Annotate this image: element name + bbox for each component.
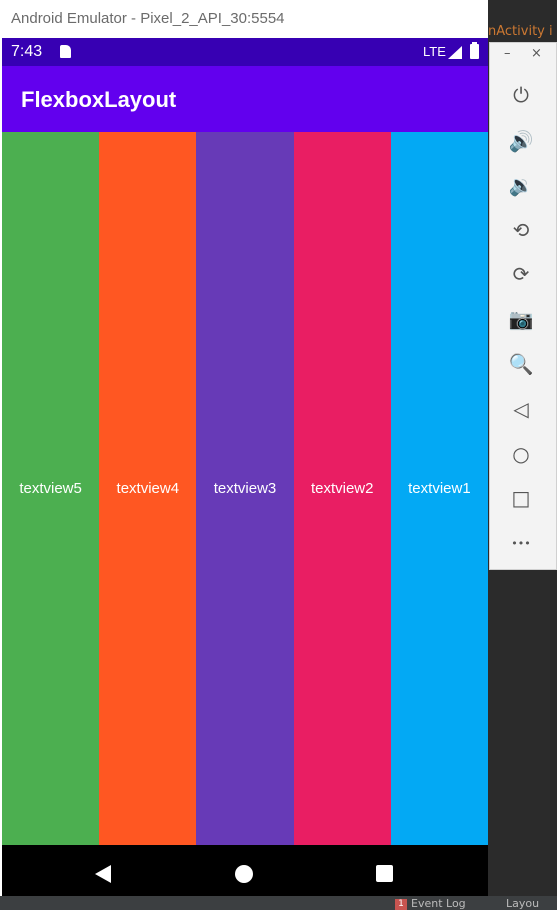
battery-icon (470, 42, 479, 59)
back-icon[interactable]: ◁ (507, 395, 535, 423)
textview-2[interactable]: textview2 (293, 132, 391, 845)
emulator-side-toolbar: – × ⏻ 🔊 🔉 ⟲ ⟳ 📷 🔍 ◁ ○ □ ••• (489, 42, 557, 570)
rotate-left-icon[interactable]: ⟲ (507, 216, 535, 244)
textview-3-label: textview3 (213, 480, 277, 497)
app-bar: FlexboxLayout (2, 66, 488, 132)
textview-5[interactable]: textview5 (2, 132, 100, 845)
textview-1[interactable]: textview1 (390, 132, 489, 845)
camera-icon[interactable]: 📷 (507, 305, 535, 333)
zoom-icon[interactable]: 🔍 (507, 350, 535, 378)
power-icon[interactable]: ⏻ (507, 81, 535, 109)
textview-1-label: textview1 (408, 480, 471, 497)
close-button[interactable]: × (531, 46, 542, 61)
nav-recents-icon[interactable] (376, 865, 393, 882)
flexbox-container: textview5 textview4 textview3 textview2 … (2, 132, 489, 845)
more-icon[interactable]: ••• (507, 529, 535, 557)
app-title: FlexboxLayout (21, 87, 177, 112)
window-title: Android Emulator - Pixel_2_API_30:5554 (11, 10, 285, 27)
ide-status-bar: 1 Event Log Layou (0, 896, 557, 910)
emulator-window: Android Emulator - Pixel_2_API_30:5554 7… (0, 0, 489, 904)
event-log-tab[interactable]: 1 Event Log (395, 897, 466, 910)
nav-back-icon[interactable] (95, 865, 111, 883)
overview-icon[interactable]: □ (507, 484, 535, 512)
sd-card-icon (60, 45, 71, 58)
textview-5-label: textview5 (19, 480, 82, 497)
nav-home-icon[interactable] (235, 865, 253, 883)
network-type: LTE (423, 44, 446, 59)
android-status-bar: 7:43 LTE (2, 38, 488, 66)
volume-up-icon[interactable]: 🔊 (507, 127, 535, 155)
window-title-bar[interactable]: Android Emulator - Pixel_2_API_30:5554 (0, 0, 488, 38)
textview-2-label: textview2 (310, 480, 374, 497)
event-log-label: Event Log (411, 897, 466, 910)
minimize-button[interactable]: – (504, 46, 511, 61)
textview-3[interactable]: textview3 (196, 132, 294, 845)
side-toolbar-header: – × (490, 43, 556, 69)
signal-icon (448, 46, 462, 59)
textview-4-label: textview4 (116, 480, 180, 497)
rotate-right-icon[interactable]: ⟳ (507, 260, 535, 288)
event-log-count: 1 (395, 898, 407, 910)
status-time: 7:43 (11, 43, 43, 60)
home-icon[interactable]: ○ (507, 440, 535, 468)
volume-down-icon[interactable]: 🔉 (507, 171, 535, 199)
ide-code-fragment: nActivity i (488, 24, 553, 39)
textview-4[interactable]: textview4 (99, 132, 197, 845)
layout-tab[interactable]: Layou (506, 897, 539, 910)
